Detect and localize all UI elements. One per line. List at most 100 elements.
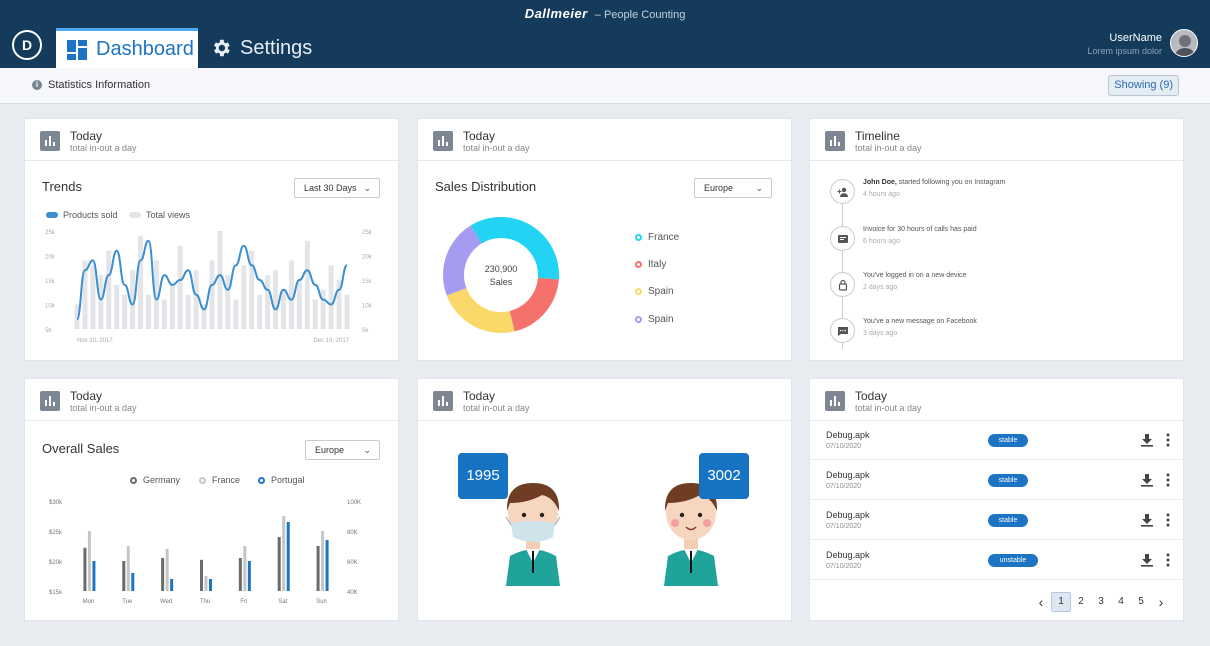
person-masked-illustration (505, 483, 561, 586)
donut-slice-italy (509, 277, 559, 332)
page-1[interactable]: 1 (1051, 592, 1071, 612)
page-2[interactable]: 2 (1071, 592, 1091, 612)
bar-chart-icon (825, 131, 845, 151)
page-5[interactable]: 5 (1131, 592, 1151, 612)
download-icon[interactable] (1140, 513, 1154, 527)
x-tick-label: Tue (122, 599, 133, 605)
y2-tick-label: 20k (362, 255, 373, 261)
card-subtitle: total in-out a day (855, 143, 922, 153)
france-bar (165, 549, 169, 591)
sales-distribution-title: Sales Distribution (435, 179, 537, 194)
table-row[interactable]: Debug.apk 07/10/2020 unstable (810, 540, 1183, 580)
status-badge: unstable (988, 554, 1038, 567)
pie-legend-label: Italy (648, 259, 667, 270)
more-vertical-icon[interactable] (1166, 552, 1170, 568)
range-select-value: Last 30 Days (304, 183, 357, 193)
user-info[interactable]: UserName Lorem ipsum dolor (1087, 32, 1162, 56)
info-bar: i Statistics Information Showing (9) (0, 68, 1210, 104)
more-vertical-icon[interactable] (1166, 512, 1170, 528)
chevron-left-icon[interactable]: ‹ (1031, 592, 1051, 612)
total-views-bar (122, 294, 128, 329)
x-tick-label: Thu (200, 599, 210, 605)
card-header: Today total in-out a day (25, 379, 398, 421)
trends-chart: 25k 20k 15k 10k 5k 25k 20k 15k 10k 5k Nov 10, 2017… (45, 230, 373, 344)
france-bar (282, 516, 286, 591)
total-views-bar (280, 289, 286, 329)
tab-settings[interactable]: Settings (210, 28, 312, 68)
download-icon[interactable] (1140, 553, 1154, 567)
download-icon[interactable] (1140, 433, 1154, 447)
chevron-down-icon: ⌄ (755, 183, 763, 193)
region-select[interactable]: Europe ⌄ (694, 178, 772, 198)
range-select[interactable]: Last 30 Days ⌄ (294, 178, 380, 198)
total-views-bar (328, 265, 334, 329)
tab-settings-label: Settings (240, 36, 313, 59)
tab-dashboard[interactable]: Dashboard (56, 28, 198, 68)
download-icon[interactable] (1140, 473, 1154, 487)
france-bar (126, 546, 130, 591)
pie-legend-item: Spain (635, 286, 674, 297)
legend-label: Germany (143, 475, 181, 485)
person-add-icon (830, 179, 855, 204)
timeline-message: You've logged in on a new device (863, 272, 967, 279)
total-views-bar (304, 240, 310, 329)
donut-center-value: 230,900 (485, 264, 518, 274)
file-name: Debug.apk (826, 550, 870, 560)
legend-ring (258, 476, 265, 484)
brand-logo: Dallmeier (524, 6, 588, 21)
status-badge: stable (988, 514, 1028, 527)
statistics-info-label: Statistics Information (48, 79, 151, 91)
total-views-bar (145, 294, 151, 329)
chevron-right-icon[interactable]: › (1151, 592, 1171, 612)
bar-chart-icon (40, 391, 60, 411)
total-views-bar (185, 294, 191, 329)
people-counting-card: Today total in-out a day 1995 3002 (417, 378, 792, 621)
y-tick-label: 25k (45, 230, 56, 236)
x-tick-label: Wed (160, 599, 172, 605)
timeline-card: Timeline total in-out a day John Doe, st… (809, 118, 1184, 361)
x-tick-label: Fri (240, 599, 247, 605)
table-row[interactable]: Debug.apk 07/10/2020 stable (810, 420, 1183, 460)
app-logo-icon[interactable]: D (12, 30, 42, 60)
page-4[interactable]: 4 (1111, 592, 1131, 612)
y-tick-label: 20k (45, 255, 56, 261)
x-start-label: Nov 10, 2017 (77, 338, 113, 344)
page-3[interactable]: 3 (1091, 592, 1111, 612)
overall-sales-card: Today total in-out a day Overall Sales E… (24, 378, 399, 621)
card-subtitle: total in-out a day (70, 403, 137, 413)
chevron-down-icon: ⌄ (363, 183, 371, 193)
pie-legend-label: Spain (648, 314, 674, 325)
total-views-bar (288, 260, 294, 329)
legend-germany: Germany (130, 475, 180, 485)
total-views-bar (177, 245, 183, 329)
total-views-bar (193, 270, 199, 329)
card-header: Today total in-out a day (418, 379, 791, 421)
legend-label: Portugal (271, 475, 305, 485)
timeline-text: John Doe, started following you on Insta… (863, 179, 1005, 186)
card-title: Today (70, 129, 103, 143)
avatar[interactable] (1170, 29, 1198, 57)
portugal-bar (209, 579, 212, 591)
timeline-time: 6 hours ago (863, 238, 900, 245)
more-vertical-icon[interactable] (1166, 432, 1170, 448)
card-title: Today (855, 389, 888, 403)
more-vertical-icon[interactable] (1166, 472, 1170, 488)
pie-legend-label: Spain (648, 286, 674, 297)
table-row[interactable]: Debug.apk 07/10/2020 stable (810, 460, 1183, 500)
total-views-bar (114, 284, 120, 329)
y-tick-label: 10k (45, 304, 56, 310)
total-views-bar (225, 275, 231, 329)
info-icon: i (32, 80, 42, 90)
user-name: UserName (1109, 32, 1162, 44)
table-row[interactable]: Debug.apk 07/10/2020 stable (810, 500, 1183, 540)
portugal-bar (247, 561, 251, 591)
brand-title: Dallmeier – People Counting (0, 6, 1210, 21)
region-select[interactable]: Europe ⌄ (305, 440, 380, 460)
statistics-info: i Statistics Information (32, 79, 150, 91)
file-name: Debug.apk (826, 430, 870, 440)
showing-button[interactable]: Showing (9) (1108, 75, 1179, 96)
france-bar (204, 576, 208, 591)
sales-distribution-card: Today total in-out a day Sales Distribut… (417, 118, 792, 361)
y-tick-label: 15k (45, 279, 56, 285)
germany-bar (277, 537, 281, 591)
